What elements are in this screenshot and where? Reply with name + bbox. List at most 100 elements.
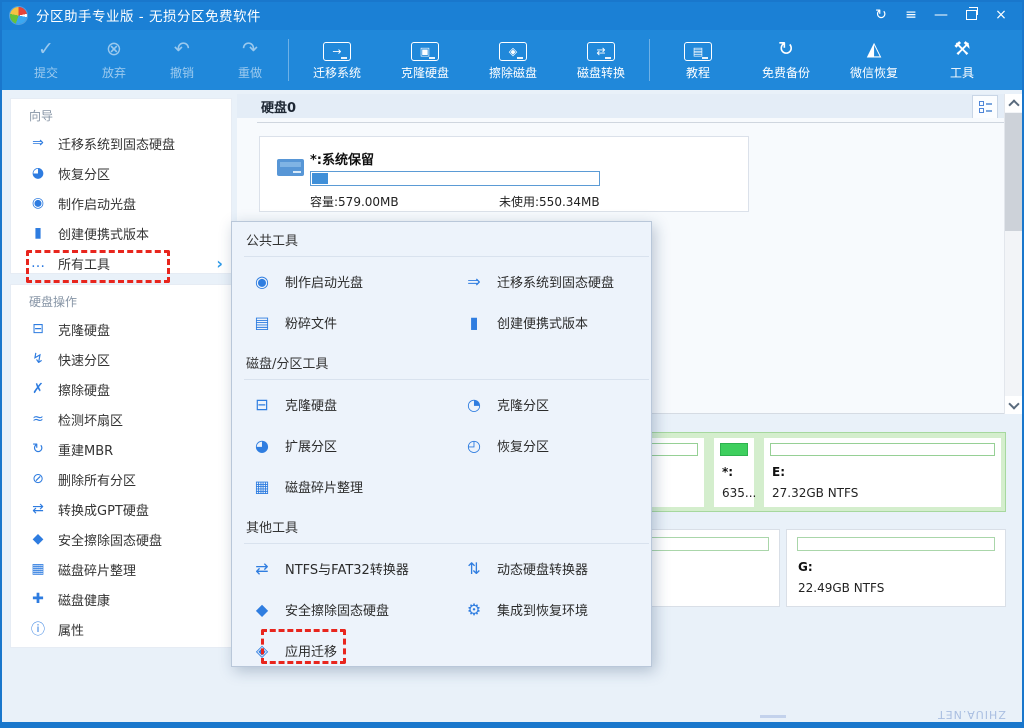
popup-item-migrate-os[interactable]: ⇒ 迁移系统到固态硬盘 [444,261,639,302]
watermark-mark [760,715,786,718]
restore-icon [966,10,977,20]
toolbar-separator [288,39,289,81]
toolbar: ✓ 提交 ⊗ 放弃 ↶ 撤销 ↷ 重做 → 迁移系统 ▣ 克隆硬盘 ◈ 擦除磁盘… [0,30,1024,90]
partition-block-system[interactable]: *: 635... [714,438,754,507]
scrollbar-thumb[interactable] [1005,113,1022,231]
partition-block-g[interactable]: G: 22.49GB NTFS [786,529,1006,607]
toolbar-undo-button[interactable]: ↶ 撤销 [148,32,216,88]
boot-disc-icon: ◉ [29,195,47,211]
disk0-header: 硬盘0 [237,94,1004,118]
toolbar-separator [649,39,650,81]
popup-divider [244,379,649,380]
header-divider [257,122,1005,123]
popup-item-clone-disk[interactable]: ⊟ 克隆硬盘 [232,384,444,425]
commit-check-icon: ✓ [38,39,54,61]
sidebar-section-title: 硬盘操作 [11,285,231,314]
disk0-label: 硬盘0 [261,97,296,116]
sidebar-item-convert-gpt[interactable]: ⇄ 转换成GPT硬盘 [11,494,231,524]
disk-convert-icon: ⇄ [587,42,615,61]
minimize-button[interactable]: — [926,2,956,28]
toolbar-free-backup-button[interactable]: ↻ 免费备份 [742,32,830,88]
disk-health-icon: ✚ [29,591,47,607]
vertical-scrollbar[interactable] [1004,94,1022,414]
toolbar-disk-convert-button[interactable]: ⇄ 磁盘转换 [557,32,645,88]
popup-section-title: 磁盘/分区工具 [232,351,651,379]
ntfs-converter-icon: ⇄ [252,559,272,578]
popup-divider [244,543,649,544]
popup-section-title: 其他工具 [232,515,651,543]
titlebar: 分区助手专业版 - 无损分区免费软件 ↻ ≡ — × [0,0,1024,30]
sidebar-item-disk-health[interactable]: ✚ 磁盘健康 [11,584,231,614]
scroll-up-button[interactable] [1005,94,1022,112]
sidebar-item-secure-erase-ssd[interactable]: ◆ 安全擦除固态硬盘 [11,524,231,554]
view-mode-button[interactable] [972,95,998,119]
sidebar-item-wipe-disk[interactable]: ✗ 擦除硬盘 [11,374,231,404]
toolbar-discard-button[interactable]: ⊗ 放弃 [80,32,148,88]
toolbar-wechat-recovery-button[interactable]: ◭ 微信恢复 [830,32,918,88]
delete-partitions-icon: ⊘ [29,471,47,487]
popup-item-secure-erase-ssd[interactable]: ◆ 安全擦除固态硬盘 [232,589,444,630]
sidebar-item-rebuild-mbr[interactable]: ↻ 重建MBR [11,434,231,464]
toolbar-redo-button[interactable]: ↷ 重做 [216,32,284,88]
popup-item-boot-disc[interactable]: ◉ 制作启动光盘 [232,261,444,302]
toolbar-tutorial-button[interactable]: ▤ 教程 [654,32,742,88]
partition-usage-bar [310,171,600,186]
toolbar-wipe-disk-button[interactable]: ◈ 擦除磁盘 [469,32,557,88]
popup-item-recovery-environment[interactable]: ⚙ 集成到恢复环境 [444,589,639,630]
popup-item-shred-files[interactable]: ▤ 粉碎文件 [232,302,444,343]
sidebar-item-defrag[interactable]: ▦ 磁盘碎片整理 [11,554,231,584]
wrench-icon: ⚒ [953,39,970,61]
migrate-os-icon: ⇒ [464,272,484,291]
popup-divider [244,256,649,257]
scroll-down-button[interactable] [1005,396,1022,414]
popup-item-ntfs-fat32-converter[interactable]: ⇄ NTFS与FAT32转换器 [232,548,444,589]
close-button[interactable]: × [986,2,1016,28]
toolbar-tools-button[interactable]: ⚒ 工具 [918,32,1006,88]
info-icon: ⓘ [29,619,47,639]
shredder-icon: ▤ [252,313,272,332]
sidebar-item-all-tools[interactable]: … 所有工具 › [11,248,231,278]
partition-bar-filled [720,443,748,456]
sidebar-item-delete-all-partitions[interactable]: ⊘ 删除所有分区 [11,464,231,494]
sidebar-item-portable-version[interactable]: ▮ 创建便携式版本 [11,218,231,248]
popup-item-dynamic-disk-converter[interactable]: ⇅ 动态硬盘转换器 [444,548,639,589]
recover-partition-icon: ◴ [464,436,484,455]
refresh-icon[interactable]: ↻ [866,2,896,28]
popup-item-recover-partition[interactable]: ◴ 恢复分区 [444,425,639,466]
sidebar-item-clone-disk[interactable]: ⊟ 克隆硬盘 [11,314,231,344]
sidebar-section-title: 向导 [11,99,231,128]
partition-block-e[interactable]: E: 27.32GB NTFS [764,438,1001,507]
gear-icon: ⚙ [464,600,484,619]
sidebar-item-migrate-os[interactable]: ⇒ 迁移系统到固态硬盘 [11,128,231,158]
sidebar-item-boot-disc[interactable]: ◉ 制作启动光盘 [11,188,231,218]
sidebar-item-quick-partition[interactable]: ↯ 快速分区 [11,344,231,374]
toolbar-migrate-os-button[interactable]: → 迁移系统 [293,32,381,88]
clone-partition-icon: ◔ [464,395,484,414]
migrate-os-icon: → [323,42,351,61]
popup-item-clone-partition[interactable]: ◔ 克隆分区 [444,384,639,425]
boot-disc-icon: ◉ [252,272,272,291]
tutorial-book-icon: ▤ [684,42,712,61]
clone-disk-icon: ⊟ [29,321,47,337]
sidebar-item-check-bad-sectors[interactable]: ≈ 检测坏扇区 [11,404,231,434]
maximize-button[interactable] [956,2,986,28]
watermark: ZHIUA.NET [937,708,1006,721]
sidebar-item-properties[interactable]: ⓘ 属性 [11,614,231,644]
popup-item-app-migrate[interactable]: ◈ 应用迁移 [232,630,444,671]
menu-icon[interactable]: ≡ [896,2,926,28]
popup-item-extend-partition[interactable]: ◕ 扩展分区 [232,425,444,466]
toolbar-clone-disk-button[interactable]: ▣ 克隆硬盘 [381,32,469,88]
chevron-right-icon: › [216,254,223,273]
partition-bar [770,443,995,456]
all-tools-icon: … [29,255,47,271]
popup-section-title: 公共工具 [232,228,651,256]
popup-item-defrag[interactable]: ▦ 磁盘碎片整理 [232,466,444,507]
convert-gpt-icon: ⇄ [29,501,47,517]
popup-item-portable-version[interactable]: ▮ 创建便携式版本 [444,302,639,343]
sidebar-item-recover-partition[interactable]: ◕ 恢复分区 [11,158,231,188]
window-controls: ↻ ≡ — × [866,2,1024,28]
partition-card-system-reserved[interactable]: *:系统保留 容量:579.00MB 未使用:550.34MB [259,136,749,212]
secure-erase-icon: ◆ [29,531,47,547]
bad-sector-icon: ≈ [29,411,47,427]
toolbar-commit-button[interactable]: ✓ 提交 [12,32,80,88]
